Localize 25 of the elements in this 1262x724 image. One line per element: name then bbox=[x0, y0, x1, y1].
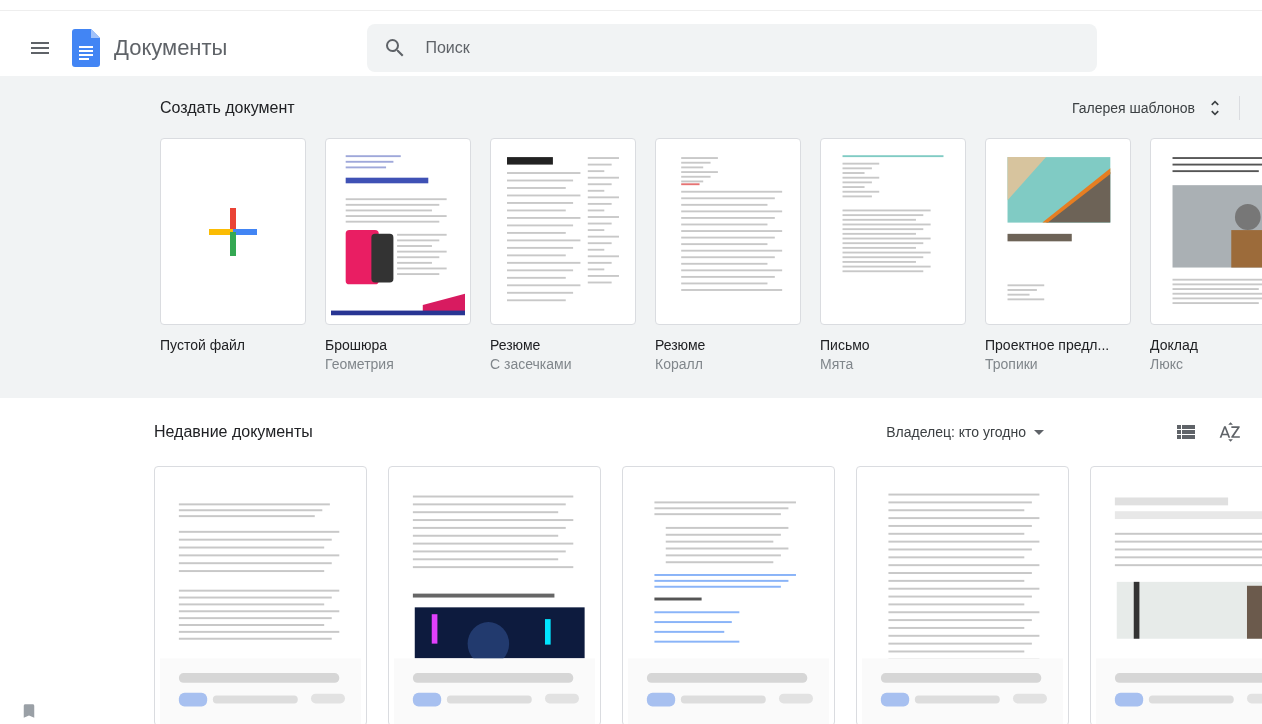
sort-icon[interactable] bbox=[1218, 420, 1242, 444]
template-name: Проектное предл... bbox=[985, 337, 1111, 353]
section-title: Недавние документы bbox=[154, 423, 313, 441]
template-name: Резюме bbox=[655, 337, 707, 353]
template-name: Резюме bbox=[490, 337, 542, 353]
plus-icon bbox=[209, 207, 257, 256]
search-field[interactable]: Поиск bbox=[423, 37, 1082, 58]
template-thumbnail[interactable] bbox=[160, 138, 306, 325]
template-style: Тропики bbox=[985, 356, 1039, 372]
template-gallery-button[interactable]: Галерея шаблонов bbox=[1071, 96, 1240, 120]
template-name: Письмо bbox=[820, 337, 871, 353]
owner-filter-dropdown[interactable]: Владелец: кто угодно bbox=[886, 424, 1044, 440]
app-title: Документы bbox=[114, 34, 228, 61]
template-style: Люкс bbox=[1150, 356, 1184, 372]
template-style: Коралл bbox=[655, 356, 704, 372]
template-style: Мята bbox=[820, 356, 855, 372]
section-title: Создать документ bbox=[160, 99, 295, 117]
template-name: Доклад bbox=[1150, 337, 1199, 353]
template-style: Геометрия bbox=[325, 356, 395, 372]
docs-logo-icon bbox=[72, 28, 100, 67]
template-style: С засечками bbox=[490, 356, 573, 372]
template-name: Брошюра bbox=[325, 337, 389, 353]
search-bar[interactable]: Поиск bbox=[367, 23, 1098, 72]
template-name: Пустой файл bbox=[160, 337, 246, 353]
caret-icon bbox=[1034, 429, 1044, 435]
